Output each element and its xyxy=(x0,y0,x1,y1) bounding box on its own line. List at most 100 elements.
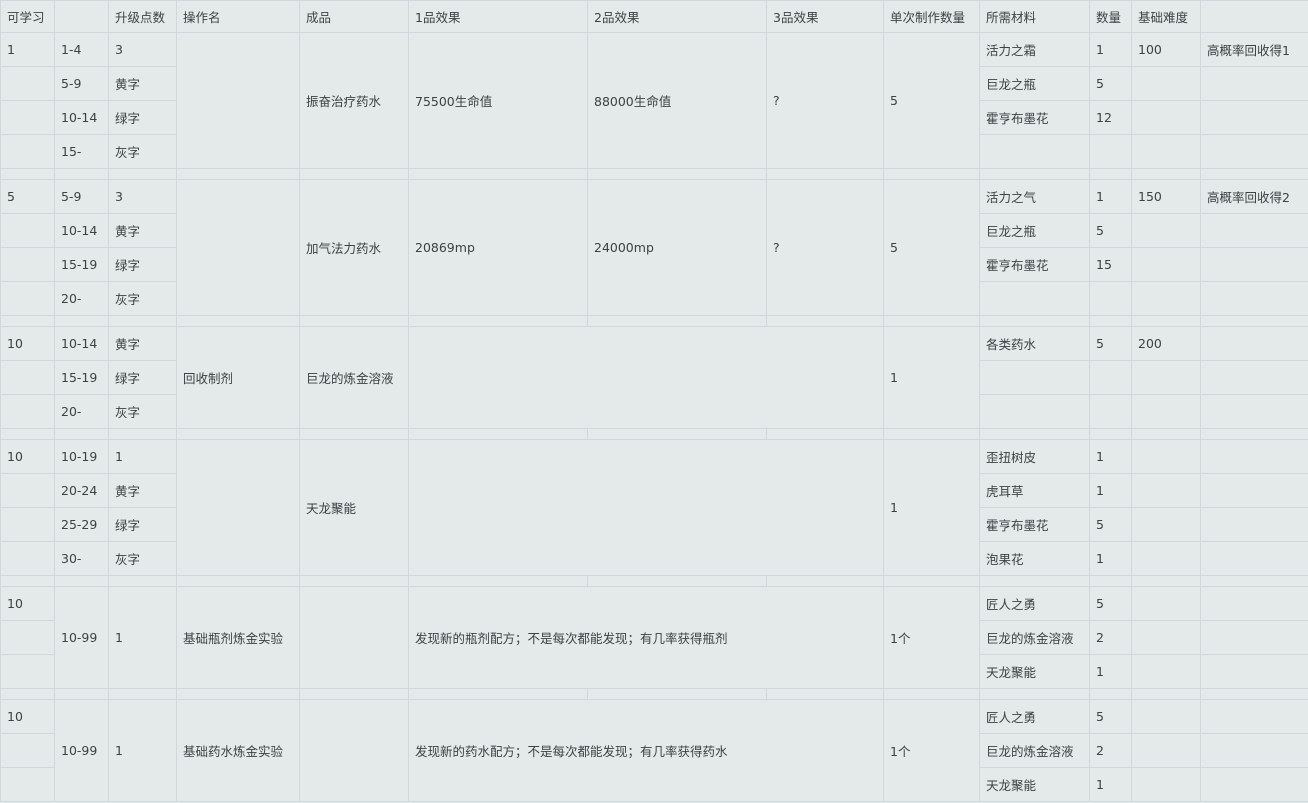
skill-range: 25-29 xyxy=(54,507,109,542)
material-qty: 5 xyxy=(1089,699,1132,734)
operation-name xyxy=(176,179,300,316)
material-qty: 5 xyxy=(1089,66,1132,101)
material-name xyxy=(979,134,1090,169)
material-name: 活力之气 xyxy=(979,179,1090,214)
operation-name: 基础药水炼金实验 xyxy=(176,699,300,802)
spacer-row xyxy=(0,168,1308,180)
material-qty xyxy=(1089,281,1132,316)
learn-level: 10 xyxy=(0,439,55,474)
skill-range: 15-19 xyxy=(54,360,109,395)
note: 高概率回收得1 xyxy=(1200,32,1308,67)
material-name: 虎耳草 xyxy=(979,473,1090,508)
base-difficulty: 100 xyxy=(1131,32,1201,67)
product-name xyxy=(299,699,409,802)
material-qty: 2 xyxy=(1089,733,1132,768)
header-quality2: 2品效果 xyxy=(587,0,767,33)
header-batch-count: 单次制作数量 xyxy=(883,0,980,33)
effect-cell xyxy=(408,326,884,429)
material-qty: 5 xyxy=(1089,586,1132,621)
material-name xyxy=(979,360,1090,395)
quality2-effect: 24000mp xyxy=(587,179,767,316)
material-name xyxy=(979,281,1090,316)
material-qty: 1 xyxy=(1089,767,1132,802)
material-name: 霍亨布墨花 xyxy=(979,100,1090,135)
product-name: 天龙聚能 xyxy=(299,439,409,576)
spacer-row xyxy=(0,575,1308,587)
batch-count: 1个 xyxy=(883,699,980,802)
skill-range: 5-9 xyxy=(54,66,109,101)
material-qty xyxy=(1089,134,1132,169)
upgrade-points: 黄字 xyxy=(108,66,177,101)
base-difficulty: 200 xyxy=(1131,326,1201,361)
material-name: 活力之霜 xyxy=(979,32,1090,67)
table-row: 10 10-99 1 基础药水炼金实验 发现新的药水配方；不是每次都能发现；有几… xyxy=(0,699,1308,802)
header-upgrade-points: 升级点数 xyxy=(108,0,177,33)
skill-range: 30- xyxy=(54,541,109,576)
learn-level: 1 xyxy=(0,32,55,67)
header-difficulty: 基础难度 xyxy=(1131,0,1201,33)
batch-count: 1 xyxy=(883,326,980,429)
material-name xyxy=(979,394,1090,429)
upgrade-points: 黄字 xyxy=(108,326,177,361)
upgrade-points: 绿字 xyxy=(108,247,177,282)
material-qty xyxy=(1089,360,1132,395)
skill-range: 15-19 xyxy=(54,247,109,282)
skill-range: 20- xyxy=(54,394,109,429)
upgrade-points: 3 xyxy=(108,179,177,214)
description: 发现新的瓶剂配方；不是每次都能发现；有几率获得瓶剂 xyxy=(408,586,884,689)
quality1-effect: 20869mp xyxy=(408,179,588,316)
operation-name xyxy=(176,32,300,169)
header-blank xyxy=(54,0,109,33)
quality3-effect: ? xyxy=(766,179,884,316)
operation-name: 回收制剂 xyxy=(176,326,300,429)
header-learnable: 可学习 xyxy=(0,0,55,33)
skill-range: 5-9 xyxy=(54,179,109,214)
batch-count: 1个 xyxy=(883,586,980,689)
header-note xyxy=(1200,0,1308,33)
header-row: 可学习 升级点数 操作名 成品 1品效果 2品效果 3品效果 单次制作数量 所需… xyxy=(0,0,1308,33)
upgrade-points: 黄字 xyxy=(108,213,177,248)
product-name: 巨龙的炼金溶液 xyxy=(299,326,409,429)
product-name: 加气法力药水 xyxy=(299,179,409,316)
material-qty: 5 xyxy=(1089,326,1132,361)
material-qty: 1 xyxy=(1089,473,1132,508)
header-quality3: 3品效果 xyxy=(766,0,884,33)
product-name xyxy=(299,586,409,689)
upgrade-points: 1 xyxy=(108,699,177,802)
material-qty: 1 xyxy=(1089,179,1132,214)
material-name: 歪扭树皮 xyxy=(979,439,1090,474)
material-name: 巨龙之瓶 xyxy=(979,213,1090,248)
material-qty: 1 xyxy=(1089,439,1132,474)
material-name: 泡果花 xyxy=(979,541,1090,576)
material-qty: 12 xyxy=(1089,100,1132,135)
learn-level: 10 xyxy=(0,586,55,621)
material-qty: 1 xyxy=(1089,654,1132,689)
skill-range: 10-14 xyxy=(54,100,109,135)
learn-level: 10 xyxy=(0,326,55,361)
header-quality1: 1品效果 xyxy=(408,0,588,33)
material-qty: 5 xyxy=(1089,213,1132,248)
upgrade-points: 灰字 xyxy=(108,394,177,429)
table-row: 10 10-19 1 天龙聚能 1 歪扭树皮 1 xyxy=(0,439,1308,576)
material-name: 匠人之勇 xyxy=(979,586,1090,621)
table-row: 1 1-4 3 振奋治疗药水 75500生命值 88000生命值 ? 5 活力之… xyxy=(0,32,1308,169)
header-operation: 操作名 xyxy=(176,0,300,33)
skill-range: 10-99 xyxy=(54,699,109,802)
upgrade-points: 灰字 xyxy=(108,134,177,169)
product-name: 振奋治疗药水 xyxy=(299,32,409,169)
note: 高概率回收得2 xyxy=(1200,179,1308,214)
upgrade-points: 灰字 xyxy=(108,281,177,316)
upgrade-points: 绿字 xyxy=(108,100,177,135)
material-qty xyxy=(1089,394,1132,429)
header-product: 成品 xyxy=(299,0,409,33)
material-name: 霍亨布墨花 xyxy=(979,507,1090,542)
upgrade-points: 1 xyxy=(108,586,177,689)
material-name: 巨龙的炼金溶液 xyxy=(979,620,1090,655)
material-name: 天龙聚能 xyxy=(979,767,1090,802)
spacer-row xyxy=(0,688,1308,700)
material-name: 天龙聚能 xyxy=(979,654,1090,689)
spacer-row xyxy=(0,428,1308,440)
learn-level: 10 xyxy=(0,699,55,734)
batch-count: 5 xyxy=(883,32,980,169)
learn-level: 5 xyxy=(0,179,55,214)
